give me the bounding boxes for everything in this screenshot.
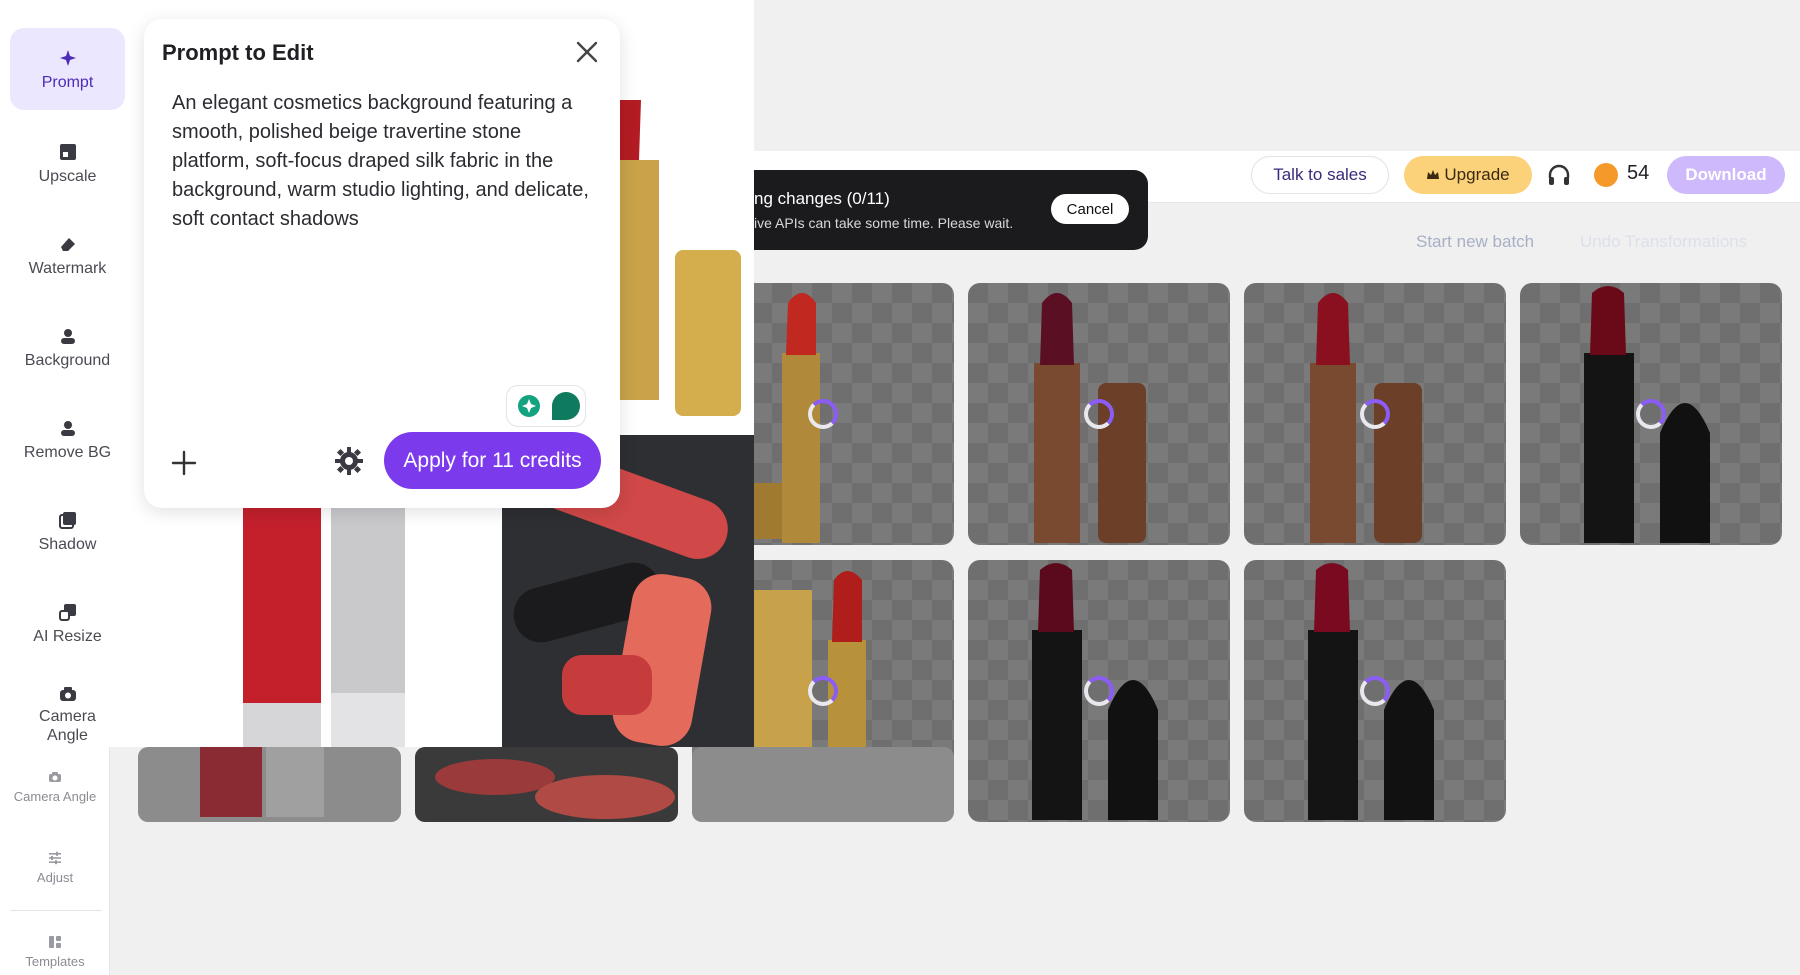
toast-title: ng changes (0/11)	[754, 189, 890, 208]
tool-camera-angle[interactable]: Camera Angle	[10, 668, 125, 746]
source-thumbnail[interactable]	[415, 747, 678, 822]
thumbnail-image	[200, 747, 324, 817]
remove-bg-icon	[60, 421, 75, 436]
add-icon[interactable]	[170, 449, 198, 477]
sidebar-divider	[10, 910, 102, 911]
sparkle-icon	[59, 50, 76, 66]
processing-toast: ng changes (0/11) ive APIs can take some…	[754, 170, 1148, 250]
tool-label: Watermark	[28, 260, 107, 277]
resize-icon	[58, 604, 76, 621]
apply-button[interactable]: Apply for 11 credits	[384, 432, 601, 489]
tool-label: Camera Angle	[39, 708, 96, 744]
result-tile[interactable]	[1244, 283, 1506, 545]
toast-subtitle: ive APIs can take some time. Please wait…	[754, 215, 1014, 231]
result-tile[interactable]	[1520, 283, 1782, 545]
tool-prompt[interactable]: Prompt	[10, 28, 125, 110]
sidebar-item-label: Adjust	[36, 870, 74, 885]
loading-spinner	[808, 676, 838, 706]
tool-label: Prompt	[41, 74, 94, 91]
tool-watermark[interactable]: Watermark	[10, 212, 125, 294]
templates-icon	[49, 936, 61, 948]
sidebar-item-templates[interactable]: Templates	[0, 934, 110, 969]
sliders-icon	[49, 851, 61, 865]
camera-icon	[59, 687, 76, 701]
tool-label: AI Resize	[33, 628, 102, 645]
background-icon	[60, 329, 75, 344]
start-new-batch-button[interactable]: Start new batch	[1416, 232, 1534, 252]
coin-icon	[1594, 163, 1618, 187]
close-icon[interactable]	[574, 39, 600, 65]
app-sidebar: Camera Angle Adjust Templates	[0, 747, 110, 975]
loading-spinner	[1084, 399, 1114, 429]
result-tile[interactable]	[968, 560, 1230, 822]
loading-spinner	[1636, 399, 1666, 429]
dialog-title: Prompt to Edit	[162, 40, 314, 65]
prompt-dialog: Prompt to Edit An elegant cosmetics back…	[144, 19, 620, 508]
tool-label: Upscale	[38, 168, 97, 185]
tool-upscale[interactable]: Upscale	[10, 120, 125, 202]
sidebar-item-label: Camera Angle	[13, 789, 97, 804]
cancel-button[interactable]: Cancel	[1051, 194, 1129, 224]
sidebar-item-label: Templates	[25, 954, 85, 969]
talk-to-sales-button[interactable]: Talk to sales	[1251, 156, 1389, 194]
undo-transformations-button[interactable]: Undo Transformations	[1580, 232, 1747, 252]
credits-count: 54	[1627, 162, 1650, 184]
headset-icon[interactable]	[1546, 163, 1572, 189]
tool-shadow[interactable]: Shadow	[10, 488, 125, 570]
crown-icon	[1427, 170, 1440, 179]
sidebar-item-camera-angle[interactable]: Camera Angle	[0, 769, 110, 804]
gear-icon[interactable]	[334, 446, 364, 476]
download-button[interactable]: Download	[1667, 156, 1785, 194]
prompt-textarea[interactable]: An elegant cosmetics background featurin…	[172, 89, 596, 234]
camera-icon	[49, 772, 61, 782]
tool-remove-bg[interactable]: Remove BG	[10, 396, 125, 478]
tool-label: Shadow	[38, 536, 97, 553]
upgrade-button[interactable]: Upgrade	[1404, 156, 1532, 194]
thumbnail-image	[435, 759, 675, 819]
result-tile[interactable]	[1244, 560, 1506, 822]
loading-spinner	[1360, 399, 1390, 429]
lipstick-image	[243, 508, 405, 747]
ai-assist-icon	[518, 392, 580, 420]
tool-label: Remove BG	[23, 444, 112, 461]
loading-spinner	[1084, 676, 1114, 706]
shadow-icon	[58, 512, 76, 529]
source-thumbnail[interactable]	[692, 747, 954, 822]
upscale-icon	[59, 144, 76, 160]
upgrade-label: Upgrade	[1444, 165, 1510, 184]
loading-spinner	[1360, 676, 1390, 706]
sidebar-item-adjust[interactable]: Adjust	[0, 850, 110, 885]
eraser-icon	[60, 238, 75, 251]
source-image	[167, 508, 485, 747]
tool-ai-resize[interactable]: AI Resize	[10, 580, 125, 662]
source-thumbnail[interactable]	[138, 747, 401, 822]
result-tile[interactable]	[968, 283, 1230, 545]
tool-label: Background	[24, 352, 111, 369]
tools-rail: Prompt Upscale Watermark Background Remo…	[0, 0, 132, 747]
loading-spinner	[808, 399, 838, 429]
tool-background[interactable]: Background	[10, 304, 125, 386]
ai-assist-badge[interactable]	[506, 385, 586, 427]
